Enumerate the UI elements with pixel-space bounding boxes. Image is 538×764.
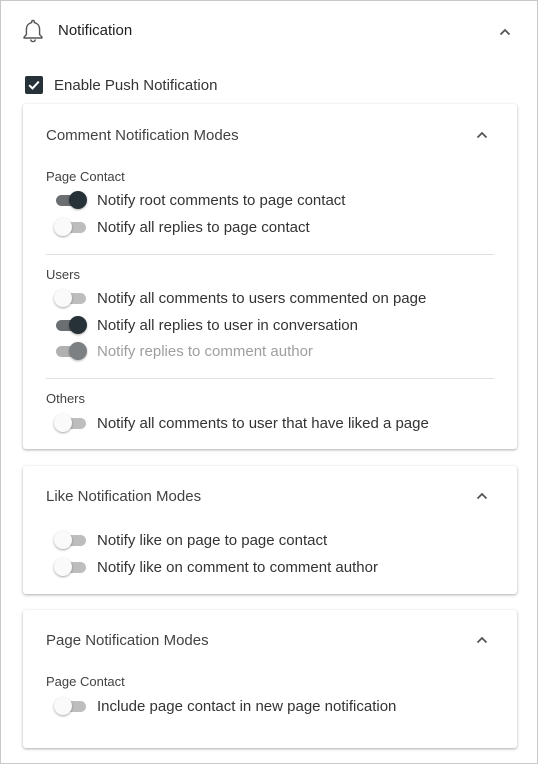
section-label-users: Users	[46, 267, 80, 282]
toggle-switch-disabled	[54, 341, 87, 361]
chevron-up-icon[interactable]	[475, 633, 489, 647]
section-label-page-contact: Page Contact	[46, 169, 125, 184]
toggle-label: Notify like on page to page contact	[97, 531, 328, 549]
like-modes-title: Like Notification Modes	[46, 488, 202, 505]
chevron-up-icon[interactable]	[475, 489, 489, 503]
toggle-row[interactable]: Notify all replies to page contact	[54, 217, 310, 237]
like-modes-card: Like Notification Modes Notify like on p…	[23, 466, 517, 594]
toggle-label: Notify root comments to page contact	[97, 191, 346, 209]
toggle-row[interactable]: Notify all comments to users commented o…	[54, 288, 426, 308]
enable-push-checkbox-row[interactable]: Enable Push Notification	[25, 75, 217, 95]
toggle-label: Notify all comments to user that have li…	[97, 414, 429, 432]
chevron-up-icon[interactable]	[498, 25, 512, 39]
divider	[46, 378, 494, 379]
toggle-row[interactable]: Notify root comments to page contact	[54, 190, 345, 210]
enable-push-label: Enable Push Notification	[54, 76, 218, 94]
enable-push-checkbox[interactable]	[25, 76, 43, 94]
toggle-switch[interactable]	[54, 557, 86, 577]
section-label-others: Others	[46, 391, 86, 406]
comment-modes-card: Comment Notification Modes Page Contact …	[23, 104, 517, 449]
toggle-label: Notify like on comment to comment author	[97, 558, 378, 576]
toggle-switch[interactable]	[54, 315, 87, 335]
toggle-label: Notify replies to comment author	[97, 342, 313, 360]
toggle-switch[interactable]	[54, 288, 86, 308]
toggle-switch[interactable]	[54, 530, 86, 550]
toggle-row[interactable]: Notify like on page to page contact	[54, 530, 327, 550]
notification-panel: Notification Enable Push Notification Co…	[0, 0, 538, 764]
toggle-row-disabled: Notify replies to comment author	[54, 341, 313, 361]
toggle-row[interactable]: Include page contact in new page notific…	[54, 696, 396, 716]
section-label-page-contact: Page Contact	[46, 674, 125, 689]
toggle-label: Notify all replies to user in conversati…	[97, 316, 358, 334]
toggle-switch[interactable]	[54, 413, 86, 433]
toggle-switch[interactable]	[54, 190, 87, 210]
divider	[46, 254, 494, 255]
toggle-row[interactable]: Notify all replies to user in conversati…	[54, 315, 358, 335]
toggle-switch[interactable]	[54, 696, 86, 716]
page-modes-title: Page Notification Modes	[46, 632, 209, 649]
toggle-label: Notify all comments to users commented o…	[97, 289, 427, 307]
toggle-label: Notify all replies to page contact	[97, 218, 310, 236]
toggle-label: Include page contact in new page notific…	[97, 697, 397, 715]
comment-modes-title: Comment Notification Modes	[46, 127, 239, 144]
header-title: Notification	[58, 22, 133, 39]
notification-header[interactable]: Notification	[1, 1, 537, 63]
toggle-row[interactable]: Notify all comments to user that have li…	[54, 413, 429, 433]
page-modes-card: Page Notification Modes Page Contact Inc…	[23, 610, 517, 748]
toggle-switch[interactable]	[54, 217, 86, 237]
chevron-up-icon[interactable]	[475, 128, 489, 142]
bell-icon	[21, 18, 45, 44]
toggle-row[interactable]: Notify like on comment to comment author	[54, 557, 378, 577]
